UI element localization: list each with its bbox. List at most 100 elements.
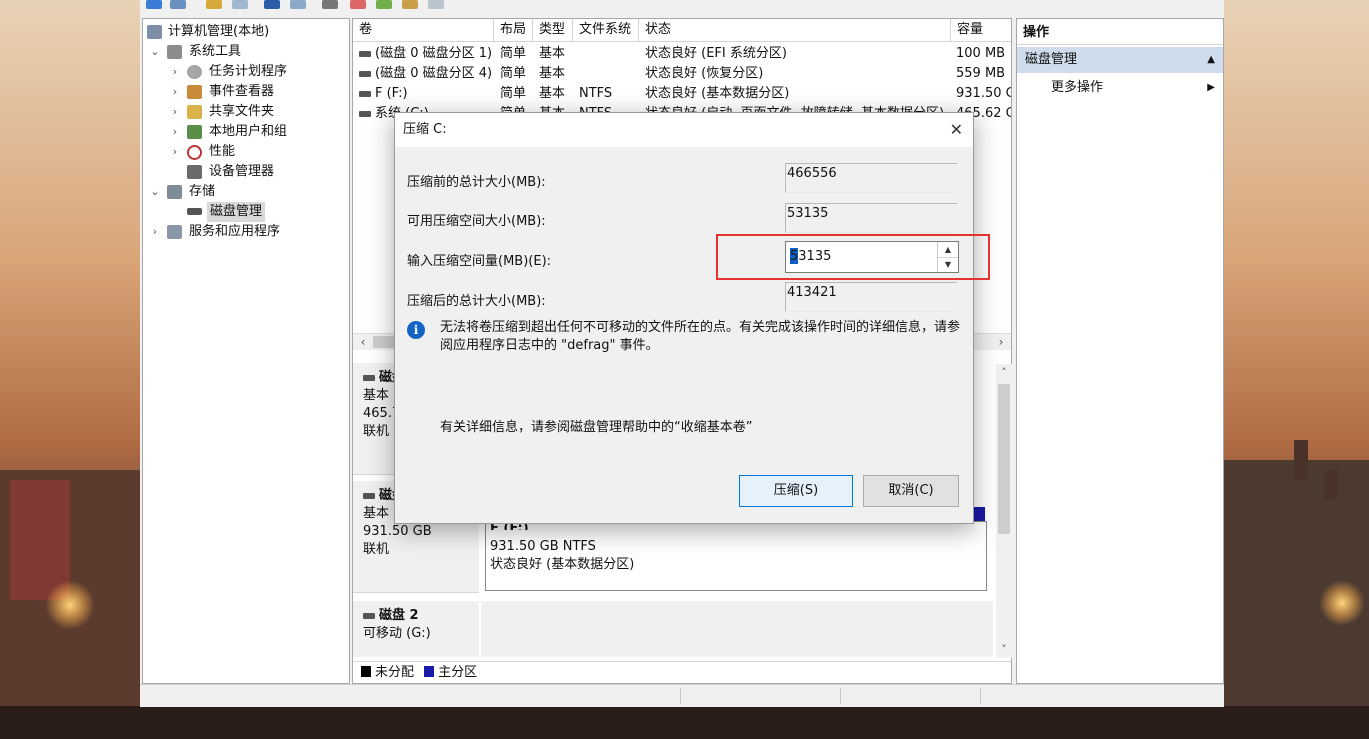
shrink-amount-label: 输入压缩空间量(MB)(E): xyxy=(407,254,552,269)
collapse-up-icon[interactable]: ▲ xyxy=(1207,47,1215,73)
tree-item-label: 性能 xyxy=(209,144,236,159)
filesystem-cell: NTFS xyxy=(579,86,613,101)
disk-2-label[interactable]: 磁盘 2 可移动 (G:) xyxy=(353,601,479,657)
capacity-cell: 100 MB xyxy=(956,46,1006,61)
expand-arrow-icon[interactable]: › xyxy=(169,142,181,162)
layout-cell: 简单 xyxy=(500,86,527,101)
tree-item-label: 计算机管理(本地) xyxy=(168,24,270,39)
task-scheduler-icon xyxy=(187,65,202,79)
disk-icon xyxy=(359,50,371,57)
column-header-capacity[interactable]: 容量 xyxy=(951,19,1011,41)
search-icon[interactable] xyxy=(402,0,418,9)
connect-icon[interactable] xyxy=(322,0,338,9)
table-row[interactable]: F (F:) 简单 基本 NTFS 状态良好 (基本数据分区) 931.50 G xyxy=(353,84,1011,104)
column-header-type[interactable]: 类型 xyxy=(533,19,573,41)
partition-size: 931.50 GB NTFS xyxy=(490,539,596,554)
scroll-down-icon[interactable]: ˅ xyxy=(996,643,1012,656)
computer-management-icon xyxy=(147,25,162,39)
expand-arrow-icon[interactable]: › xyxy=(149,222,161,242)
scroll-right-icon[interactable]: › xyxy=(993,334,1009,350)
partition-status: 状态良好 (基本数据分区) xyxy=(490,557,635,572)
expand-arrow-icon[interactable]: ⌄ xyxy=(149,42,161,62)
status-cell: 状态良好 (EFI 系统分区) xyxy=(645,46,787,61)
table-row[interactable]: (磁盘 0 磁盘分区 1) 简单 基本 状态良好 (EFI 系统分区) 100 … xyxy=(353,44,1011,64)
shrink-button[interactable]: 压缩(S) xyxy=(739,475,853,507)
column-header-volume[interactable]: 卷 xyxy=(353,19,494,41)
primary-swatch xyxy=(424,666,435,677)
disk-icon xyxy=(359,110,371,117)
local-users-icon xyxy=(187,125,202,139)
tree-item-label: 系统工具 xyxy=(189,44,242,59)
dialog-title: 压缩 C: xyxy=(403,122,447,137)
show-tree-icon[interactable] xyxy=(232,0,248,9)
scroll-left-icon[interactable]: ‹ xyxy=(355,334,371,350)
dialog-title-bar[interactable]: 压缩 C: ✕ xyxy=(395,113,973,147)
services-apps-icon xyxy=(167,225,182,239)
more-actions-label: 更多操作 xyxy=(1051,80,1104,95)
volume-cell: (磁盘 0 磁盘分区 4) xyxy=(359,64,494,84)
total-before-label: 压缩前的总计大小(MB): xyxy=(407,175,546,190)
table-row[interactable]: (磁盘 0 磁盘分区 4) 简单 基本 状态良好 (恢复分区) 559 MB xyxy=(353,64,1011,84)
status-cell: 状态良好 (基本数据分区) xyxy=(645,86,790,101)
properties-icon[interactable] xyxy=(264,0,280,9)
unallocated-swatch xyxy=(361,666,371,677)
info-message: 无法将卷压缩到超出任何不可移动的文件所在的点。有关完成该操作时间的详细信息，请参… xyxy=(440,320,961,353)
disk-icon xyxy=(363,374,375,381)
tree-item-label: 任务计划程序 xyxy=(209,64,288,79)
tree-item-label: 共享文件夹 xyxy=(209,104,275,119)
shrink-dialog: 压缩 C: ✕ 压缩前的总计大小(MB): 466556 可用压缩空间大小(MB… xyxy=(394,112,974,524)
type-cell: 基本 xyxy=(539,86,566,101)
expand-arrow-icon[interactable]: › xyxy=(169,102,181,122)
desktop-background-left xyxy=(0,0,140,739)
tree-item-label: 服务和应用程序 xyxy=(189,224,281,239)
desktop-background-bottom xyxy=(0,706,1369,739)
disk-management-icon xyxy=(187,208,202,215)
tree-item-label: 设备管理器 xyxy=(209,164,275,179)
expand-arrow-icon[interactable]: › xyxy=(169,122,181,142)
disk-2-type: 可移动 (G:) xyxy=(363,626,431,641)
view-icon[interactable] xyxy=(428,0,444,9)
expand-arrow-icon[interactable]: › xyxy=(169,62,181,82)
capacity-cell: 931.50 G xyxy=(956,86,1011,101)
layout-cell: 简单 xyxy=(500,66,527,81)
help-icon[interactable] xyxy=(290,0,306,9)
type-cell: 基本 xyxy=(539,46,566,61)
total-before-field: 466556 xyxy=(785,163,957,193)
help-message: 有关详细信息，请参阅磁盘管理帮助中的“收缩基本卷” xyxy=(440,420,753,435)
scroll-up-icon[interactable]: ˄ xyxy=(996,366,1012,379)
column-header-status[interactable]: 状态 xyxy=(639,19,951,41)
shared-folders-icon xyxy=(187,105,202,119)
partition-f[interactable]: F (F:) 931.50 GB NTFS 状态良好 (基本数据分区) xyxy=(485,521,987,591)
disk-icon xyxy=(359,70,371,77)
more-actions-item[interactable]: 更多操作 ▶ xyxy=(1017,75,1223,101)
forward-icon[interactable] xyxy=(170,0,186,9)
device-manager-icon xyxy=(187,165,202,179)
expand-arrow-icon[interactable]: ⌄ xyxy=(149,182,161,202)
column-header-layout[interactable]: 布局 xyxy=(494,19,533,41)
available-field: 53135 xyxy=(785,203,957,233)
tree-item-label: 磁盘管理 xyxy=(207,202,266,222)
close-icon[interactable]: ✕ xyxy=(950,113,963,147)
submenu-arrow-icon: ▶ xyxy=(1207,82,1215,93)
disk-2-name: 磁盘 2 xyxy=(363,607,469,625)
check-icon[interactable] xyxy=(350,0,366,9)
actions-section-disk-management[interactable]: 磁盘管理 ▲ xyxy=(1017,47,1223,73)
up-folder-icon[interactable] xyxy=(206,0,222,9)
scrollbar-thumb[interactable] xyxy=(998,384,1010,534)
type-cell: 基本 xyxy=(539,66,566,81)
status-cell: 状态良好 (恢复分区) xyxy=(645,66,764,81)
navigation-tree: 计算机管理(本地) ⌄ 系统工具 › 任务计划程序 › 事件查看器 › 共享文件… xyxy=(142,18,350,684)
column-header-filesystem[interactable]: 文件系统 xyxy=(573,19,639,41)
total-after-field: 413421 xyxy=(785,282,957,312)
expand-arrow-icon[interactable]: › xyxy=(169,82,181,102)
available-label: 可用压缩空间大小(MB): xyxy=(407,214,546,229)
disk-1-size: 931.50 GB xyxy=(363,524,432,539)
tree-item-label: 本地用户和组 xyxy=(209,124,288,139)
upload-icon[interactable] xyxy=(376,0,392,9)
back-icon[interactable] xyxy=(146,0,162,9)
volume-cell: F (F:) xyxy=(359,84,494,104)
tree-item-label: 存储 xyxy=(189,184,216,199)
vertical-scrollbar[interactable]: ˄ ˅ xyxy=(996,364,1012,658)
cancel-button[interactable]: 取消(C) xyxy=(863,475,959,507)
info-icon: i xyxy=(407,321,425,339)
